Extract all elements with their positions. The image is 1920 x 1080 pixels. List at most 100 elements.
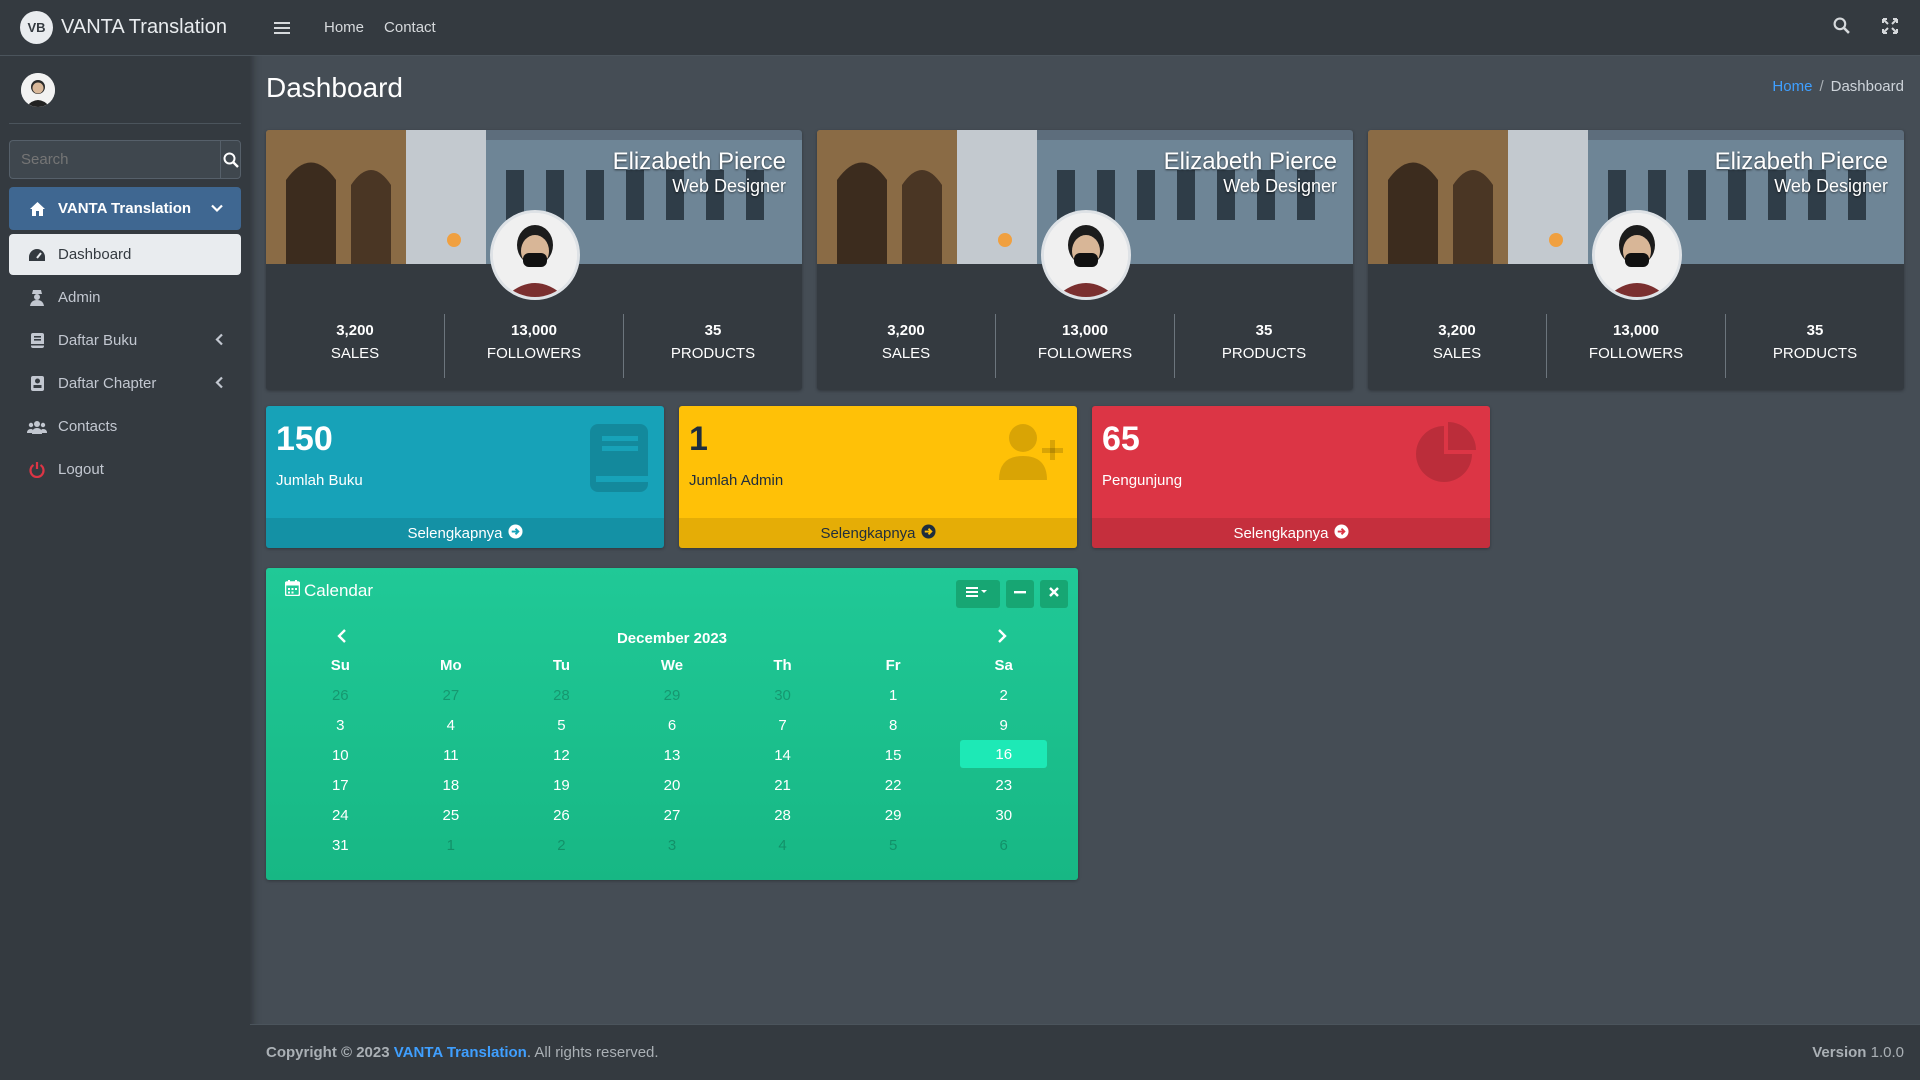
weekday-label: Sa	[994, 656, 1013, 674]
small-box-visitors: 65 Pengunjung Selengkapnya	[1092, 406, 1490, 548]
fullscreen-icon[interactable]	[1882, 17, 1898, 39]
stat-value: 13,000	[511, 322, 557, 339]
calendar-day[interactable]: 13	[617, 740, 728, 770]
calendar-day[interactable]: 30	[948, 800, 1059, 830]
sidebar-item-vanta-translation[interactable]: VANTA Translation	[9, 187, 241, 230]
stat-value: 3,200	[1438, 322, 1476, 339]
calendar-day[interactable]: 5	[838, 830, 949, 860]
calendar-day[interactable]: 3	[285, 710, 396, 740]
search-button[interactable]	[220, 140, 241, 179]
calendar-day[interactable]: 4	[727, 830, 838, 860]
prev-month-icon[interactable]	[337, 628, 347, 648]
calendar-day[interactable]: 9	[948, 710, 1059, 740]
weekday-label: Mo	[440, 656, 462, 674]
profile-name: Elizabeth Pierce	[1714, 148, 1888, 175]
stat-value: 13,000	[1613, 322, 1659, 339]
calendar-day[interactable]: 27	[396, 680, 507, 710]
calendar-day[interactable]: 6	[948, 830, 1059, 860]
search-icon[interactable]	[1833, 17, 1850, 39]
week-row: 17 18 19 20 21 22 23	[285, 770, 1059, 800]
sidebar-item-daftar-chapter[interactable]: Daftar Chapter	[9, 363, 241, 404]
stat-followers: 13,000 FOLLOWERS	[996, 314, 1175, 378]
pie-chart-icon	[1412, 422, 1476, 491]
calendar-day[interactable]: 8	[838, 710, 949, 740]
calendar-day[interactable]: 7	[727, 710, 838, 740]
box-footer-link[interactable]: Selengkapnya	[1092, 518, 1490, 548]
calendar-day[interactable]: 26	[506, 800, 617, 830]
calendar-day[interactable]: 25	[396, 800, 507, 830]
calendar-day[interactable]: 1	[838, 680, 949, 710]
dashboard-icon	[27, 248, 47, 262]
box-label: Jumlah Buku	[276, 472, 363, 489]
calendar-day[interactable]: 11	[396, 740, 507, 770]
calendar-day[interactable]: 2	[506, 830, 617, 860]
calendar-day[interactable]: 27	[617, 800, 728, 830]
brand-link[interactable]: VB VANTA Translation	[0, 0, 250, 56]
calendar-day[interactable]: 2	[948, 680, 1059, 710]
stat-label: PRODUCTS	[1221, 345, 1307, 362]
calendar-day[interactable]: 30	[727, 680, 838, 710]
calendar-day[interactable]: 14	[727, 740, 838, 770]
calendar-nav: December 2023	[285, 626, 1059, 650]
calendar-tools	[956, 580, 1068, 608]
footer-brand-link[interactable]: VANTA Translation	[394, 1044, 527, 1061]
nav-link-contact[interactable]: Contact	[384, 19, 436, 36]
calendar-day[interactable]: 4	[396, 710, 507, 740]
sidebar-item-label: VANTA Translation	[58, 200, 192, 217]
calendar-title: Calendar	[304, 580, 373, 600]
stat-products: 35 PRODUCTS	[1726, 314, 1904, 378]
week-row: 26 27 28 29 30 1 2	[285, 680, 1059, 710]
calendar-day[interactable]: 21	[727, 770, 838, 800]
profile-cards: Elizabeth Pierce Web Designer 3,200 SALES…	[266, 130, 1904, 390]
search-input[interactable]	[9, 140, 220, 179]
calendar-day[interactable]: 31	[285, 830, 396, 860]
calendar-month[interactable]: December 2023	[617, 630, 727, 647]
calendar-day[interactable]: 24	[285, 800, 396, 830]
nav-link-home[interactable]: Home	[324, 19, 364, 36]
stat-followers: 13,000 FOLLOWERS	[445, 314, 624, 378]
stat-value: 3,200	[887, 322, 925, 339]
calendar-day-today[interactable]: 16	[960, 740, 1047, 768]
calendar-day[interactable]: 26	[285, 680, 396, 710]
calendar-day[interactable]: 10	[285, 740, 396, 770]
calendar-day[interactable]: 29	[838, 800, 949, 830]
sidebar-item-logout[interactable]: Logout	[9, 449, 241, 490]
sidebar-item-admin[interactable]: Admin	[9, 277, 241, 318]
calendar-day[interactable]: 6	[617, 710, 728, 740]
close-icon	[1048, 585, 1060, 603]
calendar-day[interactable]: 20	[617, 770, 728, 800]
box-footer-link[interactable]: Selengkapnya	[266, 518, 664, 548]
profile-card: Elizabeth Pierce Web Designer 3,200 SALES…	[817, 130, 1353, 390]
calendar-day[interactable]: 22	[838, 770, 949, 800]
calendar-day[interactable]: 23	[948, 770, 1059, 800]
calendar-day[interactable]: 15	[838, 740, 949, 770]
calendar-menu-button[interactable]	[956, 580, 1000, 608]
calendar-day[interactable]: 1	[396, 830, 507, 860]
stat-products: 35 PRODUCTS	[1175, 314, 1353, 378]
breadcrumb: Home / Dashboard	[1772, 78, 1904, 95]
calendar-day[interactable]: 28	[506, 680, 617, 710]
calendar-day[interactable]: 5	[506, 710, 617, 740]
calendar-day[interactable]: 17	[285, 770, 396, 800]
box-footer-link[interactable]: Selengkapnya	[679, 518, 1077, 548]
box-footer-label: Selengkapnya	[1233, 524, 1329, 542]
calendar-day[interactable]: 28	[727, 800, 838, 830]
users-icon	[27, 420, 47, 434]
calendar-day[interactable]: 3	[617, 830, 728, 860]
week-row: 24 25 26 27 28 29 30	[285, 800, 1059, 830]
avatar[interactable]	[21, 72, 55, 107]
sidebar-item-dashboard[interactable]: Dashboard	[9, 234, 241, 275]
hamburger-menu-icon[interactable]	[274, 21, 304, 35]
sidebar-item-daftar-buku[interactable]: Daftar Buku	[9, 320, 241, 361]
collapse-button[interactable]	[1006, 580, 1034, 608]
weekday-header: Su Mo Tu We Th Fr Sa	[285, 650, 1059, 680]
remove-button[interactable]	[1040, 580, 1068, 608]
calendar-day[interactable]: 29	[617, 680, 728, 710]
next-month-icon[interactable]	[997, 628, 1007, 648]
calendar-day[interactable]: 19	[506, 770, 617, 800]
calendar-day[interactable]: 12	[506, 740, 617, 770]
calendar-day[interactable]: 18	[396, 770, 507, 800]
breadcrumb-home-link[interactable]: Home	[1772, 78, 1812, 95]
profile-avatar	[1592, 210, 1682, 300]
sidebar-item-contacts[interactable]: Contacts	[9, 406, 241, 447]
